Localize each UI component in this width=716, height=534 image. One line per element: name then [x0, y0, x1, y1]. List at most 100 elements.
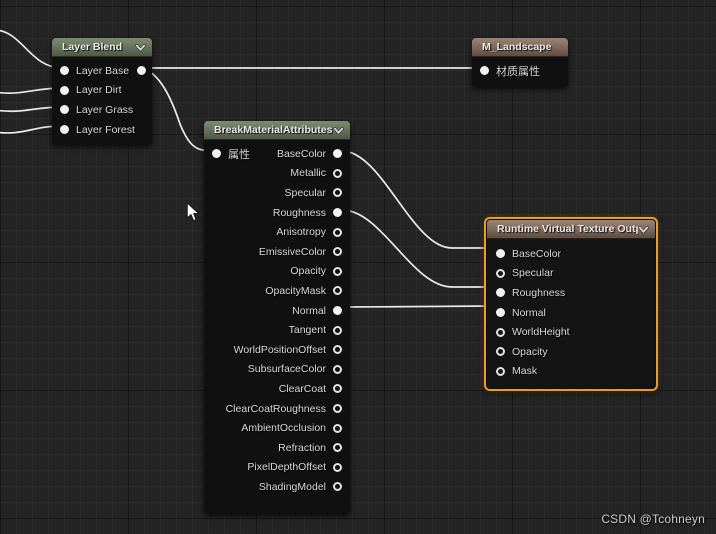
pin-specular[interactable]	[496, 268, 505, 278]
pin-row-base-color[interactable]: BaseColor	[204, 144, 350, 164]
pin-layer-dirt[interactable]	[60, 85, 69, 95]
pin-tangent[interactable]	[333, 325, 342, 335]
pin-row-world-position-offset[interactable]: WorldPositionOffset	[204, 340, 350, 360]
pin-roughness[interactable]	[496, 288, 505, 298]
pin-row-specular[interactable]: Specular	[204, 183, 350, 203]
pin-row-roughness[interactable]: Roughness	[487, 283, 655, 303]
pin-label-metallic: Metallic	[290, 167, 326, 180]
node-m-landscape-body: 材质属性	[472, 57, 568, 87]
pin-subsurface-color[interactable]	[333, 364, 342, 374]
pin-label-layer-base: Layer Base	[76, 64, 130, 77]
pin-layer-grass[interactable]	[60, 105, 69, 115]
pin-metallic[interactable]	[333, 168, 342, 178]
pin-normal[interactable]	[333, 306, 342, 316]
pin-label-roughness: Roughness	[272, 206, 326, 219]
pin-specular[interactable]	[333, 188, 342, 198]
pin-refraction[interactable]	[333, 443, 342, 453]
pin-row-opacity[interactable]: Opacity	[487, 342, 655, 362]
node-runtime-virtual-texture-output[interactable]: Runtime Virtual Texture Output BaseColor…	[484, 217, 658, 392]
pin-base-color[interactable]	[496, 249, 505, 259]
pin-row-specular[interactable]: Specular	[487, 264, 655, 284]
pin-row-opacity-mask[interactable]: OpacityMask	[204, 281, 350, 301]
pin-material-attributes[interactable]	[480, 66, 489, 76]
wire-roughness	[341, 209, 493, 288]
pin-clear-coat-roughness[interactable]	[333, 404, 342, 414]
pin-label-pixel-depth-offset: PixelDepthOffset	[247, 461, 326, 474]
chevron-down-icon[interactable]	[638, 224, 649, 235]
rvt-input-pin-list: BaseColor Specular Roughness Normal WorldHei…	[487, 244, 655, 381]
pin-world-position-offset[interactable]	[333, 345, 342, 355]
mouse-cursor-arrow-icon	[186, 202, 200, 222]
pin-opacity-mask[interactable]	[333, 286, 342, 296]
pin-label-mask: Mask	[512, 365, 538, 378]
pin-row-material-attributes[interactable]: 材质属性	[472, 61, 568, 81]
pin-row-refraction[interactable]: Refraction	[204, 438, 350, 458]
pin-row-ambient-occlusion[interactable]: AmbientOcclusion	[204, 418, 350, 438]
pin-layer-base[interactable]	[60, 66, 69, 76]
pin-row-roughness[interactable]: Roughness	[204, 203, 350, 223]
material-graph-canvas[interactable]: Layer Blend Layer Base Layer Dirt Layer …	[0, 0, 716, 534]
pin-row-clear-coat-roughness[interactable]: ClearCoatRoughness	[204, 399, 350, 419]
pin-world-height[interactable]	[496, 327, 505, 337]
node-m-landscape[interactable]: M_Landscape 材质属性	[472, 38, 568, 87]
pin-row-layer-dirt[interactable]: Layer Dirt	[52, 81, 152, 101]
pin-label-refraction: Refraction	[278, 441, 326, 454]
pin-layer-blend-output[interactable]	[137, 66, 146, 75]
pin-row-subsurface-color[interactable]: SubsurfaceColor	[204, 360, 350, 380]
chevron-down-icon[interactable]	[333, 125, 344, 136]
pin-anisotropy[interactable]	[333, 227, 342, 237]
pin-row-tangent[interactable]: Tangent	[204, 320, 350, 340]
node-runtime-virtual-texture-output-header[interactable]: Runtime Virtual Texture Output	[487, 220, 655, 239]
pin-row-opacity[interactable]: Opacity	[204, 262, 350, 282]
node-layer-blend[interactable]: Layer Blend Layer Base Layer Dirt Layer …	[52, 38, 152, 146]
pin-row-shading-model[interactable]: ShadingModel	[204, 477, 350, 497]
wire-normal	[341, 305, 493, 308]
pin-base-color[interactable]	[333, 149, 342, 159]
pin-label-clear-coat-roughness: ClearCoatRoughness	[225, 402, 326, 415]
pin-row-world-height[interactable]: WorldHeight	[487, 322, 655, 342]
pin-label-normal: Normal	[292, 304, 326, 317]
node-break-material-attributes-body: 属性 BaseColor Metallic Specular Roughness Ani…	[204, 140, 350, 514]
pin-opacity[interactable]	[496, 347, 505, 357]
pin-layer-forest[interactable]	[60, 125, 69, 135]
pin-roughness[interactable]	[333, 208, 342, 218]
pin-row-anisotropy[interactable]: Anisotropy	[204, 222, 350, 242]
pin-row-metallic[interactable]: Metallic	[204, 164, 350, 184]
pin-row-base-color[interactable]: BaseColor	[487, 244, 655, 264]
pin-row-normal[interactable]: Normal	[487, 303, 655, 323]
watermark-text: CSDN @Tcohneyn	[601, 512, 705, 526]
pin-row-emissive-color[interactable]: EmissiveColor	[204, 242, 350, 262]
pin-row-clear-coat[interactable]: ClearCoat	[204, 379, 350, 399]
node-m-landscape-header[interactable]: M_Landscape	[472, 38, 568, 57]
pin-pixel-depth-offset[interactable]	[333, 462, 342, 472]
pin-label-tangent: Tangent	[288, 324, 326, 337]
pin-label-world-position-offset: WorldPositionOffset	[233, 343, 326, 356]
pin-label-world-height: WorldHeight	[512, 326, 570, 339]
break-output-pin-list: BaseColor Metallic Specular Roughness Anisot…	[204, 144, 350, 497]
pin-mask[interactable]	[496, 366, 505, 376]
pin-opacity[interactable]	[333, 266, 342, 276]
pin-shading-model[interactable]	[333, 482, 342, 492]
node-layer-blend-header[interactable]: Layer Blend	[52, 38, 152, 57]
pin-row-pixel-depth-offset[interactable]: PixelDepthOffset	[204, 458, 350, 478]
node-selection-border: Runtime Virtual Texture Output BaseColor…	[484, 217, 658, 392]
pin-row-normal[interactable]: Normal	[204, 301, 350, 321]
pin-ambient-occlusion[interactable]	[333, 423, 342, 433]
pin-label-clear-coat: ClearCoat	[278, 382, 326, 395]
pin-label-emissive-color: EmissiveColor	[258, 245, 326, 258]
node-layer-blend-title: Layer Blend	[62, 41, 123, 53]
pin-row-layer-grass[interactable]: Layer Grass	[52, 100, 152, 120]
node-break-material-attributes[interactable]: BreakMaterialAttributes 属性 BaseColor Meta…	[204, 121, 350, 514]
pin-row-mask[interactable]: Mask	[487, 362, 655, 382]
pin-clear-coat[interactable]	[333, 384, 342, 394]
pin-label-specular: Specular	[512, 267, 554, 280]
pin-label-ambient-occlusion: AmbientOcclusion	[241, 422, 326, 435]
pin-row-layer-forest[interactable]: Layer Forest	[52, 120, 152, 140]
chevron-down-icon[interactable]	[135, 42, 146, 53]
node-break-material-attributes-title: BreakMaterialAttributes	[214, 124, 333, 136]
node-break-material-attributes-header[interactable]: BreakMaterialAttributes	[204, 121, 350, 140]
pin-emissive-color[interactable]	[333, 247, 342, 257]
pin-label-base-color: BaseColor	[276, 147, 326, 160]
pin-label-layer-dirt: Layer Dirt	[76, 84, 122, 97]
pin-normal[interactable]	[496, 308, 505, 318]
